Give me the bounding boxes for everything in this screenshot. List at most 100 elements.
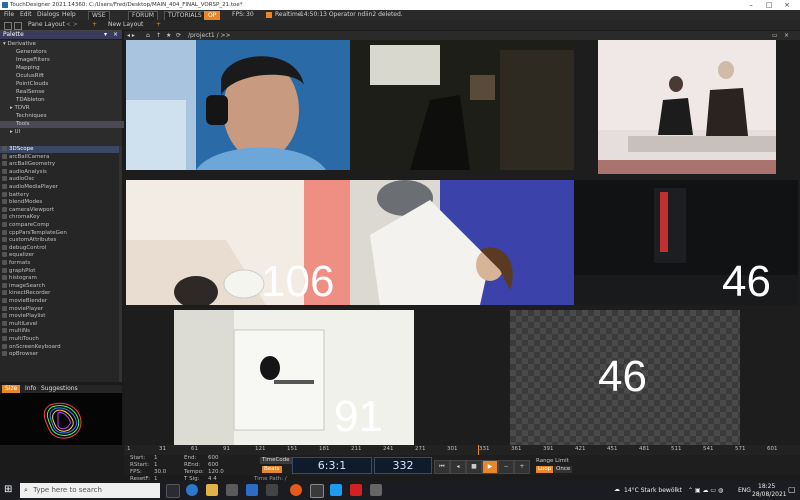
firefox-icon[interactable]: [290, 484, 302, 496]
language-indicator[interactable]: ENG: [738, 487, 751, 494]
tree-item-derivative[interactable]: ▾ Derivative: [0, 41, 123, 48]
list-item[interactable]: battery: [0, 191, 120, 199]
list-item[interactable]: arcBallGeometry: [0, 161, 120, 168]
tempo-value[interactable]: 120.0: [208, 469, 224, 475]
list-item[interactable]: multiTouch: [0, 336, 120, 343]
tree-item[interactable]: ImageFilters: [0, 57, 136, 64]
list-item[interactable]: imageSearch: [0, 282, 120, 290]
add-pane-icon[interactable]: +: [156, 20, 161, 30]
back-icon[interactable]: ◂ ▸: [127, 31, 135, 40]
beats-toggle[interactable]: Beats: [262, 466, 282, 473]
new-layout-button[interactable]: New Layout: [108, 20, 143, 30]
next-frame-icon[interactable]: −: [498, 460, 514, 474]
store-icon[interactable]: [226, 484, 238, 496]
playhead[interactable]: [478, 445, 479, 455]
video-tile-3[interactable]: [598, 40, 776, 174]
video-tile-6[interactable]: 46: [574, 180, 798, 305]
list-item[interactable]: blendModes: [0, 199, 120, 206]
pane-split-icon[interactable]: [4, 22, 12, 30]
tab-size[interactable]: Size: [2, 385, 21, 393]
windows-start-icon[interactable]: ⊞: [4, 485, 14, 495]
video-tile-5[interactable]: [350, 180, 574, 305]
timeline-ruler[interactable]: 1 31 61 91 121 151 181 211 241 271 301 3…: [124, 445, 800, 455]
speed-up-icon[interactable]: +: [514, 460, 530, 474]
realtime-checkbox[interactable]: [266, 12, 272, 18]
video-tile-1[interactable]: [126, 40, 350, 170]
timecode-toggle[interactable]: TimeCode: [260, 457, 292, 464]
list-item[interactable]: 3DScope: [0, 146, 120, 154]
list-item[interactable]: graphPlot: [0, 267, 120, 275]
list-item[interactable]: histogram: [0, 275, 120, 282]
settings-icon[interactable]: [266, 484, 278, 496]
clock-date[interactable]: 28/08/2021: [752, 491, 787, 498]
menu-dialogs[interactable]: Dialogs: [37, 10, 59, 20]
tree-item-tdvr[interactable]: ▸ TDVR: [0, 105, 130, 112]
refresh-icon[interactable]: ⟳: [176, 31, 181, 40]
rstart-value[interactable]: 1: [154, 462, 158, 468]
bookmark-icon[interactable]: ★: [166, 31, 171, 40]
list-item[interactable]: cppParsTemplateGen: [0, 229, 120, 237]
up-icon[interactable]: ↑: [156, 31, 161, 40]
pane-close-icon[interactable]: ×: [784, 31, 789, 40]
list-item[interactable]: compareComp: [0, 222, 120, 229]
list-item[interactable]: cameraViewport: [0, 206, 120, 214]
network-path[interactable]: /project1 / >>: [188, 31, 231, 40]
maximize-icon[interactable]: □: [762, 0, 776, 10]
play-icon[interactable]: ▶: [482, 460, 498, 474]
list-item[interactable]: audioMediaPlayer: [0, 184, 120, 191]
list-item[interactable]: onScreenKeyboard: [0, 343, 120, 351]
weather-icon[interactable]: ☁: [614, 486, 620, 493]
prev-frame-icon[interactable]: ◂: [450, 460, 466, 474]
frame-display[interactable]: 332: [374, 457, 432, 474]
end-value[interactable]: 600: [208, 455, 219, 461]
clock-time[interactable]: 18:25: [758, 483, 775, 490]
fps-value[interactable]: 30.0: [154, 469, 166, 475]
video-tile-8[interactable]: 46: [510, 310, 740, 445]
video-tile-7[interactable]: 91: [174, 310, 414, 445]
minimize-icon[interactable]: –: [744, 0, 758, 10]
system-tray-icons[interactable]: ⌃ ▣ ☁ ▭ ◍: [688, 487, 723, 494]
list-item[interactable]: audioAnalysis: [0, 168, 120, 176]
first-frame-icon[interactable]: ⏮: [434, 460, 450, 474]
home-icon[interactable]: ⌂: [146, 31, 150, 40]
tree-item[interactable]: PointClouds: [0, 81, 136, 88]
list-item[interactable]: chromaKey: [0, 214, 120, 221]
close-icon[interactable]: ×: [780, 0, 794, 10]
pane-layout-button[interactable]: Pane Layout: [28, 20, 65, 30]
video-tile-2[interactable]: [350, 40, 574, 170]
menu-edit[interactable]: Edit: [20, 10, 32, 20]
layout-prev-icon[interactable]: < >: [66, 20, 78, 30]
once-button[interactable]: Once: [554, 466, 573, 473]
timecode-display[interactable]: 6:3:1: [292, 457, 372, 474]
app-icon[interactable]: [330, 484, 342, 496]
video-tile-4[interactable]: 106: [126, 180, 350, 305]
tree-item-tools[interactable]: Tools: [0, 121, 136, 128]
tree-item[interactable]: Techniques: [0, 113, 136, 120]
tab-suggestions[interactable]: Suggestions: [38, 385, 81, 393]
palette-close-icon[interactable]: ×: [113, 31, 118, 39]
list-item[interactable]: moviePlaylist: [0, 313, 120, 320]
list-item[interactable]: audioOsc: [0, 176, 120, 183]
app-icon[interactable]: [370, 484, 382, 496]
list-item[interactable]: formats: [0, 260, 120, 267]
loop-button[interactable]: Loop: [536, 466, 554, 473]
notifications-icon[interactable]: ▢: [788, 485, 796, 494]
edge-icon[interactable]: [186, 484, 198, 496]
add-layout-icon[interactable]: +: [92, 20, 97, 30]
menu-file[interactable]: File: [4, 10, 14, 20]
pane-menu-icon[interactable]: ▭: [772, 31, 778, 40]
menu-help[interactable]: Help: [62, 10, 76, 20]
list-item[interactable]: arcBallCamera: [0, 153, 120, 161]
list-scrollbar[interactable]: [119, 146, 122, 382]
list-item[interactable]: multiNs: [0, 328, 120, 335]
list-item[interactable]: customAttributes: [0, 237, 120, 244]
touchdesigner-icon[interactable]: [310, 484, 324, 498]
list-item[interactable]: moviePlayer: [0, 305, 120, 313]
palette-pin-icon[interactable]: ▾: [104, 31, 107, 39]
tree-item[interactable]: Generators: [0, 49, 136, 56]
stop-icon[interactable]: ■: [466, 460, 482, 474]
mail-icon[interactable]: [246, 484, 258, 496]
start-value[interactable]: 1: [154, 455, 158, 461]
tree-item[interactable]: Mapping: [0, 65, 136, 72]
explorer-icon[interactable]: [206, 484, 218, 496]
